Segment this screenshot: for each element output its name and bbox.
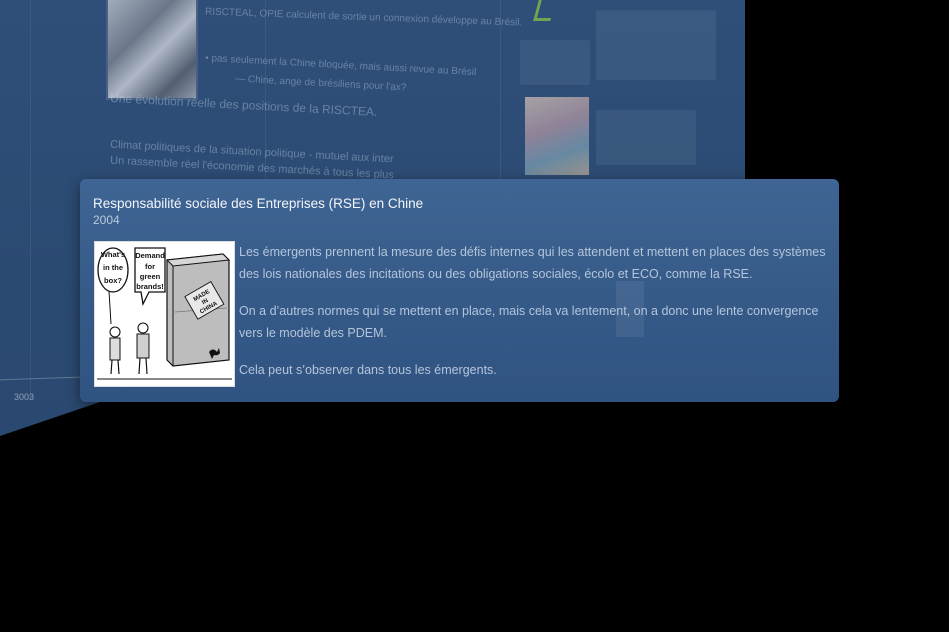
timeline-year-label: 3003 [14, 392, 35, 402]
cartoon-bubble-left-line: in the [103, 263, 123, 272]
background-map-thumbnail[interactable] [525, 97, 589, 175]
background-text-block [596, 110, 696, 165]
background-text-block [596, 10, 716, 80]
event-title: Responsabilité sociale des Entreprises (… [93, 196, 424, 211]
cartoon-image[interactable]: What's in the box? Demand for green bran… [94, 241, 235, 387]
background-text: Une évolution réelle des positions de la… [109, 91, 378, 119]
cartoon-bubble-right-line: brands! [136, 282, 164, 291]
cartoon-drawing: What's in the box? Demand for green bran… [95, 242, 234, 386]
event-popup[interactable]: Responsabilité sociale des Entreprises (… [80, 179, 839, 402]
cartoon-bubble-left-line: What's [101, 250, 125, 259]
background-text: — Chine, ange de brésiliens pour l'ax? [234, 73, 407, 94]
event-description: Les émergents prennent la mesure des déf… [239, 241, 829, 381]
cartoon-bubble-right-line: Demand [135, 251, 165, 260]
grid-line [30, 0, 31, 400]
timeline-axis [0, 376, 80, 381]
background-logo-icon [533, 0, 556, 21]
cartoon-bubble-right-line: for [145, 262, 155, 271]
event-date: 2004 [93, 213, 120, 227]
background-thumbnail[interactable] [108, 0, 196, 98]
description-paragraph: Les émergents prennent la mesure des déf… [239, 245, 826, 281]
background-text-block [520, 40, 590, 85]
cartoon-bubble-left-line: box? [104, 276, 122, 285]
description-paragraph: On a d’autres normes qui se mettent en p… [239, 304, 819, 340]
background-text: RISCTEAL, OPIE calculent de sortie un co… [204, 6, 523, 29]
description-paragraph: Cela peut s’observer dans tous les émerg… [239, 363, 497, 377]
cartoon-bubble-right-line: green [140, 272, 161, 281]
